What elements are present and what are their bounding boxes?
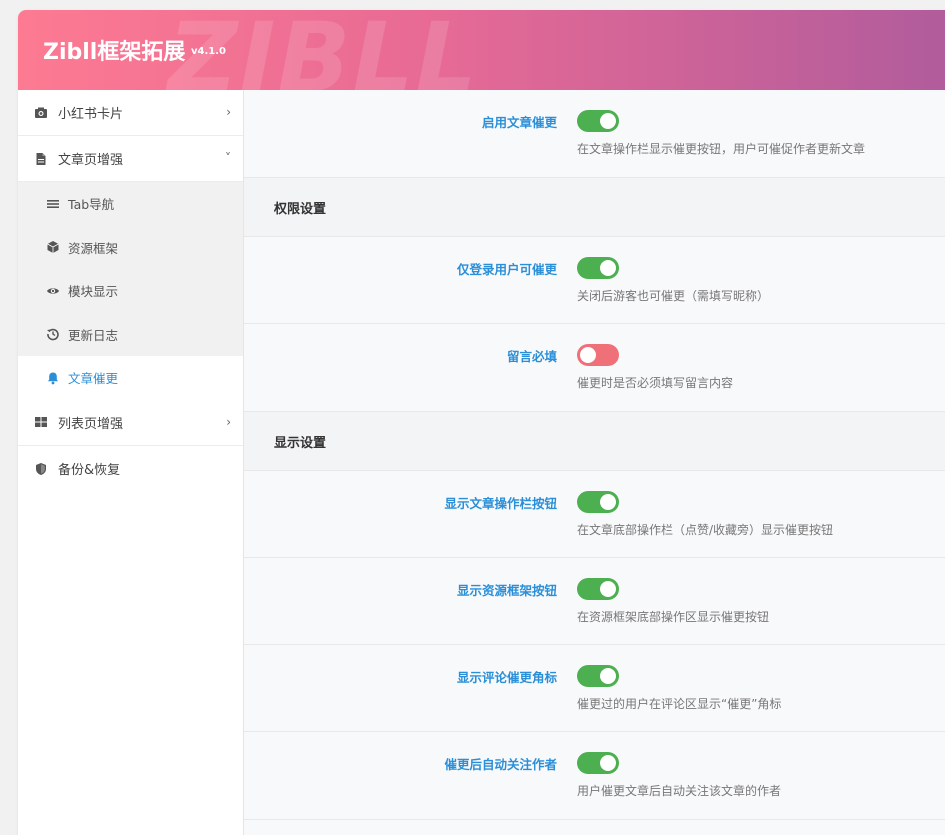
sidebar: 小红书卡片 › 文章页增强 ˅ Tab导航 资源框架 模块显示 更新日志 文章催… [18,90,244,835]
message-required-toggle[interactable] [577,344,619,366]
setting-label: 启用文章催更 [481,115,557,130]
eye-icon [46,284,60,298]
section-header-permission: 权限设置 [244,178,945,237]
setting-label: 显示资源框架按钮 [456,583,557,598]
sidebar-subitem-label: 资源框架 [68,240,119,256]
sidebar-subitem-article-urge[interactable]: 文章催更 [18,356,243,400]
setting-description: 在文章操作栏显示催更按钮，用户可催促作者更新文章 [577,142,866,156]
toggle-knob [600,113,616,129]
setting-description: 催更时是否必须填写留言内容 [577,376,734,390]
shield-icon [34,462,48,476]
chevron-right-icon: › [226,414,231,429]
toggle-knob [600,494,616,510]
sidebar-item-article-enhance[interactable]: 文章页增强 ˅ [18,136,243,182]
sidebar-item-xiaohongshu-card[interactable]: 小红书卡片 › [18,90,243,136]
setting-label: 显示文章操作栏按钮 [444,496,557,511]
sidebar-subitem-label: 更新日志 [68,327,119,343]
sidebar-item-backup-restore[interactable]: 备份&恢复 [18,446,243,492]
app-title: Zibll框架拓展 [43,40,186,65]
sidebar-item-list-enhance[interactable]: 列表页增强 › [18,400,243,446]
chevron-down-icon: ˅ [225,151,231,165]
show-comment-badge-toggle[interactable] [577,665,619,687]
toggle-knob [600,260,616,276]
bell-icon [46,371,60,385]
toggle-knob [600,668,616,684]
sidebar-item-label: 小红书卡片 [58,107,124,122]
sidebar-subitem-label: Tab导航 [68,197,115,213]
sidebar-item-label: 备份&恢复 [58,463,121,478]
sidebar-subitem-changelog[interactable]: 更新日志 [18,313,243,357]
setting-label: 仅登录用户可催更 [456,262,557,277]
toggle-knob [600,581,616,597]
cube-icon [46,240,60,254]
sidebar-subitem-label: 模块显示 [68,284,119,300]
setting-description: 在资源框架底部操作区显示催更按钮 [577,610,770,624]
version-badge: v4.1.0 [191,46,226,57]
header: ZIBLL Zibll框架拓展 v4.1.0 [18,10,945,90]
sidebar-item-label: 列表页增强 [58,416,124,432]
sidebar-subitem-resource-frame[interactable]: 资源框架 [18,226,243,270]
chevron-right-icon: › [226,105,231,119]
setting-description: 用户催更文章后自动关注该文章的作者 [577,784,782,798]
setting-description: 关闭后游客也可催更（需填写昵称） [577,289,770,303]
setting-row-show-comment-badge: 显示评论催更角标 催更过的用户在评论区显示“催更”角标 [244,645,945,732]
setting-row-message-required: 留言必填 催更时是否必须填写留言内容 [244,324,945,412]
toggle-knob [580,347,596,363]
section-title: 权限设置 [274,201,327,217]
sidebar-submenu: Tab导航 资源框架 模块显示 更新日志 文章催更 [18,182,243,400]
section-title: 显示设置 [274,435,327,451]
sidebar-subitem-label: 文章催更 [68,371,119,387]
toggle-knob [600,755,616,771]
settings-content: 启用文章催更 在文章操作栏显示催更按钮，用户可催促作者更新文章 权限设置 仅登录… [244,90,945,835]
settings-panel: ZIBLL Zibll框架拓展 v4.1.0 小红书卡片 › 文章页增强 ˅ T… [18,10,945,835]
setting-row-auto-follow-author: 催更后自动关注作者 用户催更文章后自动关注该文章的作者 [244,732,945,820]
show-article-bar-button-toggle[interactable] [577,491,619,513]
auto-follow-author-toggle[interactable] [577,752,619,774]
setting-row-login-only: 仅登录用户可催更 关闭后游客也可催更（需填写昵称） [244,237,945,324]
show-resource-button-toggle[interactable] [577,578,619,600]
setting-label: 显示评论催更角标 [456,670,557,685]
sidebar-subitem-tab-nav[interactable]: Tab导航 [18,182,243,226]
setting-row-show-article-bar-button: 显示文章操作栏按钮 在文章底部操作栏（点赞/收藏旁）显示催更按钮 [244,471,945,558]
setting-row-enable-urge: 启用文章催更 在文章操作栏显示催更按钮，用户可催促作者更新文章 [244,90,945,178]
section-header-display: 显示设置 [244,412,945,471]
document-icon [34,152,48,166]
camera-icon [34,106,48,120]
setting-description: 在文章底部操作栏（点赞/收藏旁）显示催更按钮 [577,523,834,537]
history-icon [46,327,60,341]
menu-lines-icon [46,197,60,211]
setting-description: 催更过的用户在评论区显示“催更”角标 [577,697,782,711]
grid-icon [34,415,48,429]
sidebar-item-label: 文章页增强 [58,153,124,168]
sidebar-subitem-module-display[interactable]: 模块显示 [18,269,243,313]
enable-urge-toggle[interactable] [577,110,619,132]
login-only-toggle[interactable] [577,257,619,279]
setting-label: 催更后自动关注作者 [444,757,557,772]
setting-row-show-resource-button: 显示资源框架按钮 在资源框架底部操作区显示催更按钮 [244,558,945,645]
setting-label: 留言必填 [506,349,557,364]
